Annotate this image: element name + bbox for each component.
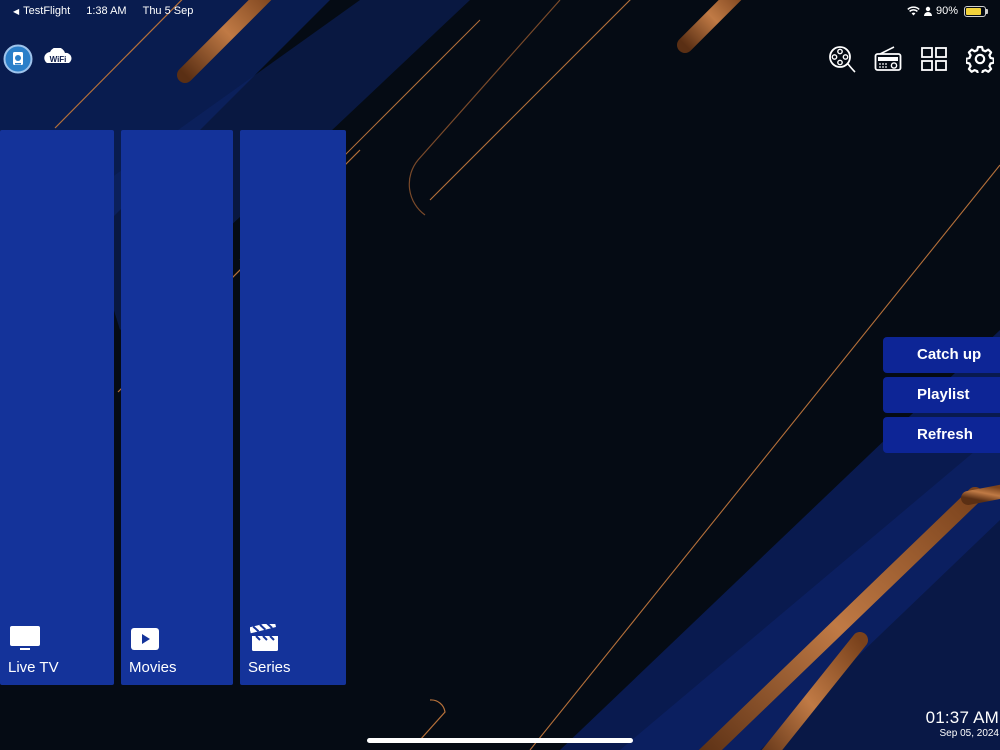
gear-icon[interactable]	[964, 43, 996, 75]
radio-icon[interactable]	[872, 43, 904, 75]
tile-label-live-tv: Live TV	[8, 659, 59, 676]
tile-label-movies: Movies	[129, 659, 177, 676]
clock-time: 01:37 AM	[925, 708, 999, 727]
tile-series[interactable]: Series	[240, 130, 346, 685]
top-right-toolbar	[826, 43, 996, 75]
clock-date: Sep 05, 2024	[939, 728, 1000, 739]
status-date: Thu 5 Sep	[142, 5, 194, 17]
refresh-button[interactable]: Refresh	[883, 417, 1000, 453]
clapperboard-icon	[249, 621, 280, 657]
status-time: 1:38 AM	[86, 5, 127, 17]
clock-widget: 01:37 AM Sep 05, 2024	[926, 708, 999, 739]
top-left-toolbar: WiFi	[2, 43, 74, 75]
home-indicator[interactable]	[367, 738, 633, 743]
tv-icon	[10, 626, 40, 657]
tile-live-tv[interactable]: Live TV	[0, 130, 114, 685]
battery-icon	[964, 5, 988, 17]
film-reel-icon[interactable]	[826, 43, 858, 75]
back-app-label[interactable]: TestFlight	[23, 5, 70, 17]
battery-percent: 90%	[935, 5, 958, 17]
status-bar: ◀ TestFlight 1:38 AM Thu 5 Sep 90%	[0, 0, 1000, 22]
app-logo-icon[interactable]	[2, 43, 34, 75]
wifi-signal-icon	[907, 6, 920, 16]
wifi-badge-icon[interactable]: WiFi	[42, 43, 74, 75]
grid-icon[interactable]	[918, 43, 950, 75]
catch-up-button[interactable]: Catch up	[883, 337, 1000, 373]
home-screen: ◀ TestFlight 1:38 AM Thu 5 Sep 90% WiFi …	[0, 0, 1000, 750]
person-icon	[923, 6, 932, 16]
playlist-button[interactable]: Playlist	[883, 377, 1000, 413]
play-icon	[131, 628, 159, 657]
back-arrow-icon[interactable]: ◀	[13, 7, 19, 16]
tile-movies[interactable]: Movies	[121, 130, 233, 685]
wifi-badge-text: WiFi	[50, 55, 67, 64]
tile-label-series: Series	[248, 659, 291, 676]
